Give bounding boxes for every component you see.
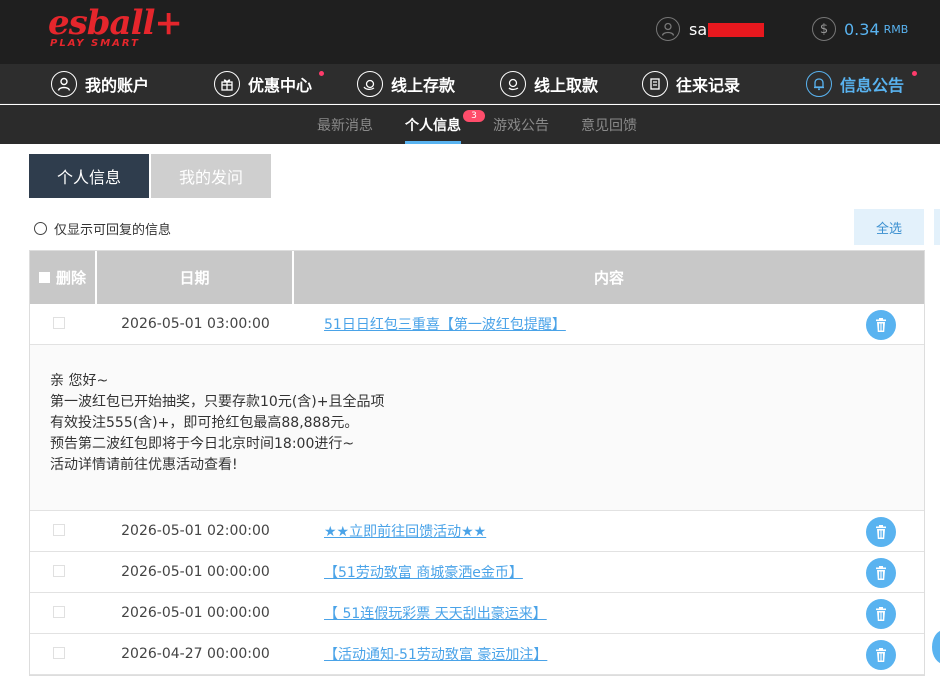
trash-icon bbox=[876, 607, 886, 621]
row-date: 2026-05-01 00:00:00 bbox=[121, 605, 270, 621]
active-subtab-indicator bbox=[405, 141, 461, 144]
filter-label: 仅显示可回复的信息 bbox=[54, 223, 172, 238]
nav-my-account[interactable]: 我的账户 bbox=[51, 70, 149, 98]
row-checkbox-cell bbox=[30, 523, 97, 536]
gift-icon bbox=[214, 71, 240, 97]
row-title-link[interactable]: 【活动通知-51劳动致富 豪运加注】 bbox=[324, 644, 547, 664]
username-redaction bbox=[708, 23, 765, 37]
user-icon bbox=[656, 17, 680, 41]
row-checkbox-cell bbox=[30, 605, 97, 618]
row-checkbox-cell bbox=[30, 646, 97, 659]
detail-line: 亲 您好~ bbox=[50, 373, 109, 389]
subtab-game-announcements[interactable]: 游戏公告 bbox=[493, 115, 549, 135]
brand-logo[interactable]: esball+ PLAY SMART bbox=[48, 3, 183, 49]
delete-button[interactable] bbox=[866, 558, 896, 588]
nav-label: 信息公告 bbox=[840, 76, 905, 95]
row-checkbox[interactable] bbox=[52, 523, 65, 536]
row-date: 2026-04-27 00:00:00 bbox=[121, 646, 270, 662]
row-checkbox[interactable] bbox=[52, 605, 65, 618]
replyable-only-filter[interactable]: 仅显示可回复的信息 bbox=[34, 219, 171, 238]
subtab-personal-info[interactable]: 个人信息 bbox=[405, 115, 461, 135]
announcements-notification-dot bbox=[912, 71, 917, 76]
row-date: 2026-05-01 02:00:00 bbox=[121, 523, 270, 539]
row-date: 2026-05-01 03:00:00 bbox=[121, 316, 270, 332]
nav-promotions[interactable]: 优惠中心 bbox=[214, 70, 312, 98]
balance[interactable]: $ 0.34 RMB bbox=[812, 16, 908, 42]
row-checkbox[interactable] bbox=[52, 564, 65, 577]
filter-radio[interactable] bbox=[34, 222, 47, 235]
header-date: 日期 bbox=[97, 251, 294, 304]
balance-value: 0.34 bbox=[844, 19, 880, 39]
header-delete-label: 删除 bbox=[56, 269, 87, 287]
nav-deposit[interactable]: 线上存款 bbox=[357, 70, 455, 98]
tab-my-questions[interactable]: 我的发问 bbox=[151, 154, 271, 198]
nav-label: 线上取款 bbox=[534, 76, 599, 95]
row-title-link[interactable]: 【51劳动致富 商城豪洒e金币】 bbox=[324, 562, 523, 582]
table-row[interactable]: 2026-04-27 00:00:00 【活动通知-51劳动致富 豪运加注】 bbox=[30, 634, 924, 675]
row-title-link[interactable]: 【 51连假玩彩票 天天刮出豪运来】 bbox=[324, 603, 547, 623]
balance-currency: RMB bbox=[883, 22, 909, 36]
table-row[interactable]: 2026-05-01 03:00:00 51日日红包三重喜【第一波红包提醒】 bbox=[30, 304, 924, 345]
nav-records[interactable]: 往来记录 bbox=[642, 70, 740, 98]
trash-icon bbox=[876, 566, 886, 580]
message-detail: 亲 您好~ 第一波红包已开始抽奖，只要存款10元(含)+且全品项 有效投注555… bbox=[30, 345, 924, 511]
tab-personal-info[interactable]: 个人信息 bbox=[29, 154, 149, 198]
delete-button[interactable] bbox=[866, 640, 896, 670]
row-title-link[interactable]: 51日日红包三重喜【第一波红包提醒】 bbox=[324, 314, 566, 334]
deposit-icon bbox=[357, 71, 383, 97]
row-date: 2026-05-01 00:00:00 bbox=[121, 564, 270, 580]
top-bar: esball+ PLAY SMART sa $ 0.34 RMB bbox=[0, 0, 940, 64]
nav-label: 优惠中心 bbox=[248, 76, 313, 95]
bell-icon bbox=[806, 71, 832, 97]
logo-text: esball+ bbox=[48, 3, 183, 43]
delete-button[interactable] bbox=[866, 599, 896, 629]
side-panel-edge bbox=[934, 209, 940, 245]
select-all-checkbox[interactable] bbox=[39, 272, 50, 283]
row-title-link[interactable]: ★★立即前往回馈活动★★ bbox=[324, 521, 486, 541]
chat-widget-button[interactable] bbox=[932, 630, 940, 664]
detail-line: 活动详情请前往优惠活动查看! bbox=[50, 457, 238, 473]
subtab-latest-news[interactable]: 最新消息 bbox=[317, 115, 373, 135]
nav-label: 线上存款 bbox=[391, 76, 456, 95]
table-row[interactable]: 2026-05-01 02:00:00 ★★立即前往回馈活动★★ bbox=[30, 511, 924, 552]
row-checkbox[interactable] bbox=[52, 646, 65, 659]
table-header: 删除 日期 内容 bbox=[30, 251, 924, 304]
delete-button[interactable] bbox=[866, 310, 896, 340]
promotions-notification-dot bbox=[319, 71, 324, 76]
table-row[interactable]: 2026-05-01 00:00:00 【 51连假玩彩票 天天刮出豪运来】 bbox=[30, 593, 924, 634]
nav-withdraw[interactable]: 线上取款 bbox=[500, 70, 598, 98]
unread-count-badge: 3 bbox=[463, 110, 485, 122]
username: sa bbox=[689, 20, 765, 39]
header-content: 内容 bbox=[593, 269, 624, 287]
nav-announcements[interactable]: 信息公告 bbox=[806, 70, 904, 98]
detail-line: 第一波红包已开始抽奖，只要存款10元(含)+且全品项 bbox=[50, 394, 385, 410]
withdraw-icon bbox=[500, 71, 526, 97]
row-checkbox-cell bbox=[30, 564, 97, 577]
user-icon bbox=[51, 71, 77, 97]
detail-line: 有效投注555(含)+，即可抢红包最高88,888元。 bbox=[50, 415, 359, 431]
user-account[interactable]: sa bbox=[656, 16, 765, 42]
trash-icon bbox=[876, 318, 886, 332]
subtab-feedback[interactable]: 意见回馈 bbox=[581, 115, 637, 135]
row-checkbox[interactable] bbox=[52, 316, 65, 329]
delete-button[interactable] bbox=[866, 517, 896, 547]
dollar-icon: $ bbox=[812, 17, 836, 41]
detail-line: 预告第二波红包即将于今日北京时间18:00进行~ bbox=[50, 436, 355, 452]
table-row[interactable]: 2026-05-01 00:00:00 【51劳动致富 商城豪洒e金币】 bbox=[30, 552, 924, 593]
nav-label: 我的账户 bbox=[85, 76, 150, 95]
messages-table: 删除 日期 内容 2026-05-01 03:00:00 51日日红包三重喜【第… bbox=[29, 250, 925, 676]
nav-label: 往来记录 bbox=[676, 76, 741, 95]
records-icon bbox=[642, 71, 668, 97]
row-checkbox-cell bbox=[30, 316, 97, 329]
select-all-button[interactable]: 全选 bbox=[854, 209, 924, 245]
trash-icon bbox=[876, 648, 886, 662]
main-nav: 我的账户 优惠中心 线上存款 线上取款 往来记录 信息公告 bbox=[0, 64, 940, 104]
trash-icon bbox=[876, 525, 886, 539]
header-delete: 删除 bbox=[30, 251, 97, 304]
